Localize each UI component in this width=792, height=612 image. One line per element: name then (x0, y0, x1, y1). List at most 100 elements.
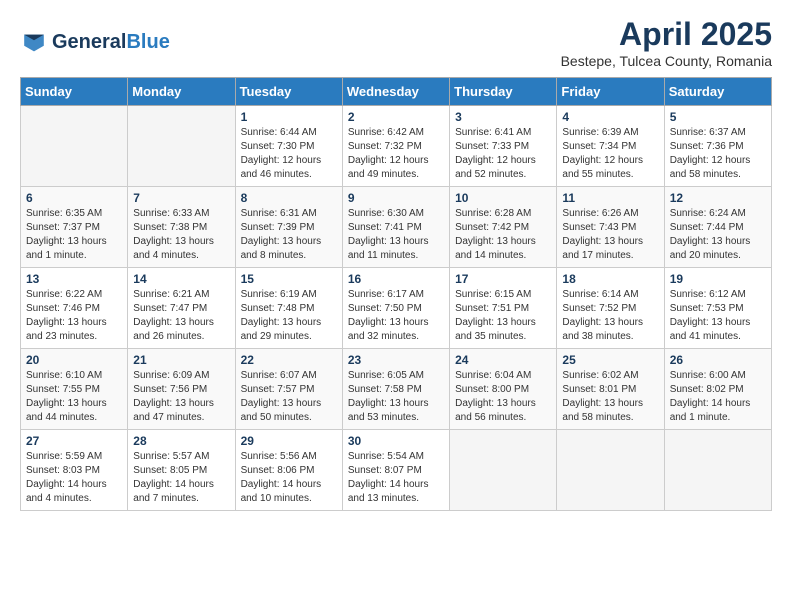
day-number: 11 (562, 191, 658, 205)
day-info: Sunrise: 6:37 AMSunset: 7:36 PMDaylight:… (670, 126, 766, 182)
day-info: Sunrise: 5:59 AMSunset: 8:03 PMDaylight:… (26, 450, 122, 506)
header-sunday: Sunday (21, 78, 128, 106)
month-title: April 2025 (561, 16, 772, 53)
table-row: 6 Sunrise: 6:35 AMSunset: 7:37 PMDaylight… (21, 187, 128, 268)
logo: GeneralBlue (20, 29, 170, 57)
calendar-week-row: 20 Sunrise: 6:10 AMSunset: 7:55 PMDayligh… (21, 349, 772, 430)
table-row: 23 Sunrise: 6:05 AMSunset: 7:58 PMDayligh… (342, 349, 449, 430)
header-tuesday: Tuesday (235, 78, 342, 106)
day-number: 5 (670, 110, 766, 124)
day-number: 18 (562, 272, 658, 286)
table-row (557, 430, 664, 511)
day-info: Sunrise: 6:44 AMSunset: 7:30 PMDaylight:… (241, 126, 337, 182)
day-number: 4 (562, 110, 658, 124)
table-row: 24 Sunrise: 6:04 AMSunset: 8:00 PMDayligh… (450, 349, 557, 430)
day-info: Sunrise: 5:57 AMSunset: 8:05 PMDaylight:… (133, 450, 229, 506)
day-info: Sunrise: 6:24 AMSunset: 7:44 PMDaylight:… (670, 207, 766, 263)
table-row: 29Sunrise: 5:56 AMSunset: 8:06 PMDayligh… (235, 430, 342, 511)
table-row: 17 Sunrise: 6:15 AMSunset: 7:51 PMDayligh… (450, 268, 557, 349)
day-number: 17 (455, 272, 551, 286)
day-info: Sunrise: 6:10 AMSunset: 7:55 PMDaylight:… (26, 369, 122, 425)
day-info: Sunrise: 6:09 AMSunset: 7:56 PMDaylight:… (133, 369, 229, 425)
day-number: 2 (348, 110, 444, 124)
header-friday: Friday (557, 78, 664, 106)
header-wednesday: Wednesday (342, 78, 449, 106)
day-info: Sunrise: 6:02 AMSunset: 8:01 PMDaylight:… (562, 369, 658, 425)
table-row: 28 Sunrise: 5:57 AMSunset: 8:05 PMDayligh… (128, 430, 235, 511)
day-info: Sunrise: 6:17 AMSunset: 7:50 PMDaylight:… (348, 288, 444, 344)
table-row (21, 106, 128, 187)
day-info: Sunrise: 6:15 AMSunset: 7:51 PMDaylight:… (455, 288, 551, 344)
day-number: 26 (670, 353, 766, 367)
table-row: 18 Sunrise: 6:14 AMSunset: 7:52 PMDayligh… (557, 268, 664, 349)
table-row: 15 Sunrise: 6:19 AMSunset: 7:48 PMDayligh… (235, 268, 342, 349)
day-number: 28 (133, 434, 229, 448)
day-info: Sunrise: 6:04 AMSunset: 8:00 PMDaylight:… (455, 369, 551, 425)
day-number: 15 (241, 272, 337, 286)
day-info: Sunrise: 6:07 AMSunset: 7:57 PMDaylight:… (241, 369, 337, 425)
day-number: 20 (26, 353, 122, 367)
day-info: Sunrise: 6:41 AMSunset: 7:33 PMDaylight:… (455, 126, 551, 182)
day-number: 13 (26, 272, 122, 286)
table-row: 21 Sunrise: 6:09 AMSunset: 7:56 PMDayligh… (128, 349, 235, 430)
day-number: 8 (241, 191, 337, 205)
table-row: 10 Sunrise: 6:28 AMSunset: 7:42 PMDayligh… (450, 187, 557, 268)
page-header: GeneralBlue April 2025 Bestepe, Tulcea C… (20, 16, 772, 69)
day-number: 21 (133, 353, 229, 367)
day-number: 1 (241, 110, 337, 124)
day-info: Sunrise: 6:33 AMSunset: 7:38 PMDaylight:… (133, 207, 229, 263)
day-number: 7 (133, 191, 229, 205)
table-row (450, 430, 557, 511)
calendar-table: Sunday Monday Tuesday Wednesday Thursday… (20, 77, 772, 511)
day-info: Sunrise: 6:21 AMSunset: 7:47 PMDaylight:… (133, 288, 229, 344)
calendar-header-row: Sunday Monday Tuesday Wednesday Thursday… (21, 78, 772, 106)
day-number: 12 (670, 191, 766, 205)
day-number: 23 (348, 353, 444, 367)
day-info: Sunrise: 6:22 AMSunset: 7:46 PMDaylight:… (26, 288, 122, 344)
day-info: Sunrise: 6:39 AMSunset: 7:34 PMDaylight:… (562, 126, 658, 182)
day-number: 3 (455, 110, 551, 124)
table-row: 19Sunrise: 6:12 AMSunset: 7:53 PMDayligh… (664, 268, 771, 349)
table-row: 30 Sunrise: 5:54 AMSunset: 8:07 PMDayligh… (342, 430, 449, 511)
day-number: 14 (133, 272, 229, 286)
day-number: 9 (348, 191, 444, 205)
day-info: Sunrise: 6:00 AMSunset: 8:02 PMDaylight:… (670, 369, 766, 425)
calendar-week-row: 27Sunrise: 5:59 AMSunset: 8:03 PMDayligh… (21, 430, 772, 511)
table-row: 26 Sunrise: 6:00 AMSunset: 8:02 PMDayligh… (664, 349, 771, 430)
day-number: 6 (26, 191, 122, 205)
table-row: 27Sunrise: 5:59 AMSunset: 8:03 PMDayligh… (21, 430, 128, 511)
day-number: 19 (670, 272, 766, 286)
day-number: 24 (455, 353, 551, 367)
table-row: 25Sunrise: 6:02 AMSunset: 8:01 PMDayligh… (557, 349, 664, 430)
table-row (664, 430, 771, 511)
day-info: Sunrise: 6:30 AMSunset: 7:41 PMDaylight:… (348, 207, 444, 263)
day-info: Sunrise: 6:19 AMSunset: 7:48 PMDaylight:… (241, 288, 337, 344)
day-info: Sunrise: 6:26 AMSunset: 7:43 PMDaylight:… (562, 207, 658, 263)
table-row: 12 Sunrise: 6:24 AMSunset: 7:44 PMDayligh… (664, 187, 771, 268)
header-thursday: Thursday (450, 78, 557, 106)
header-saturday: Saturday (664, 78, 771, 106)
table-row: 22Sunrise: 6:07 AMSunset: 7:57 PMDayligh… (235, 349, 342, 430)
table-row: 2 Sunrise: 6:42 AMSunset: 7:32 PMDaylight… (342, 106, 449, 187)
day-info: Sunrise: 6:05 AMSunset: 7:58 PMDaylight:… (348, 369, 444, 425)
day-info: Sunrise: 6:28 AMSunset: 7:42 PMDaylight:… (455, 207, 551, 263)
day-info: Sunrise: 6:31 AMSunset: 7:39 PMDaylight:… (241, 207, 337, 263)
day-info: Sunrise: 6:42 AMSunset: 7:32 PMDaylight:… (348, 126, 444, 182)
table-row: 1 Sunrise: 6:44 AMSunset: 7:30 PMDaylight… (235, 106, 342, 187)
day-number: 16 (348, 272, 444, 286)
table-row: 8 Sunrise: 6:31 AMSunset: 7:39 PMDaylight… (235, 187, 342, 268)
logo-icon (20, 29, 48, 57)
calendar-week-row: 1 Sunrise: 6:44 AMSunset: 7:30 PMDaylight… (21, 106, 772, 187)
table-row: 4 Sunrise: 6:39 AMSunset: 7:34 PMDaylight… (557, 106, 664, 187)
table-row: 20 Sunrise: 6:10 AMSunset: 7:55 PMDayligh… (21, 349, 128, 430)
day-number: 30 (348, 434, 444, 448)
day-info: Sunrise: 6:14 AMSunset: 7:52 PMDaylight:… (562, 288, 658, 344)
title-block: April 2025 Bestepe, Tulcea County, Roman… (561, 16, 772, 69)
day-info: Sunrise: 6:35 AMSunset: 7:37 PMDaylight:… (26, 207, 122, 263)
day-info: Sunrise: 5:54 AMSunset: 8:07 PMDaylight:… (348, 450, 444, 506)
table-row: 16 Sunrise: 6:17 AMSunset: 7:50 PMDayligh… (342, 268, 449, 349)
table-row: 5 Sunrise: 6:37 AMSunset: 7:36 PMDaylight… (664, 106, 771, 187)
table-row: 3 Sunrise: 6:41 AMSunset: 7:33 PMDaylight… (450, 106, 557, 187)
table-row: 13 Sunrise: 6:22 AMSunset: 7:46 PMDayligh… (21, 268, 128, 349)
day-number: 10 (455, 191, 551, 205)
